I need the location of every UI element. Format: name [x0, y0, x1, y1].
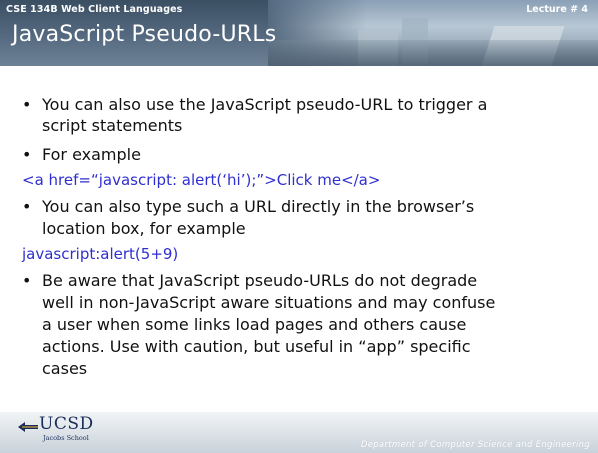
- bullet-4-line-2: well in non-JavaScript aware situations …: [42, 293, 496, 312]
- bullet-3-line-2: location box, for example: [42, 219, 246, 238]
- slide: CSE 134B Web Client Languages Lecture # …: [0, 0, 598, 453]
- bullet-4-line-5: cases: [42, 359, 88, 378]
- bullet-marker: •: [22, 197, 32, 216]
- slide-content: • You can also use the JavaScript pseudo…: [0, 0, 598, 453]
- bullet-marker: •: [22, 95, 32, 114]
- logo-subtitle: Jacobs School: [43, 434, 89, 442]
- bullet-1-line-2: script statements: [42, 116, 183, 135]
- bullet-2-text: For example: [42, 145, 141, 164]
- bullet-4-line-3: a user when some links load pages and ot…: [42, 315, 467, 334]
- bullet-4-line-1: Be aware that JavaScript pseudo-URLs do …: [42, 271, 478, 290]
- code-example-url: javascript:alert(5+9): [22, 245, 179, 263]
- bullet-4-line-4: actions. Use with caution, but useful in…: [42, 337, 471, 356]
- bullet-1-line-1: You can also use the JavaScript pseudo-U…: [42, 95, 488, 114]
- bullet-marker: •: [22, 271, 32, 290]
- bullet-3-line-1: You can also type such a URL directly in…: [42, 197, 475, 216]
- bullet-marker: •: [22, 145, 32, 164]
- trident-icon: [18, 422, 38, 432]
- logo-text: UCSD: [39, 414, 94, 434]
- code-example-link: <a href=“javascript: alert(‘hi’);”>Click…: [22, 171, 381, 189]
- ucsd-logo: UCSD Jacobs School: [17, 414, 127, 444]
